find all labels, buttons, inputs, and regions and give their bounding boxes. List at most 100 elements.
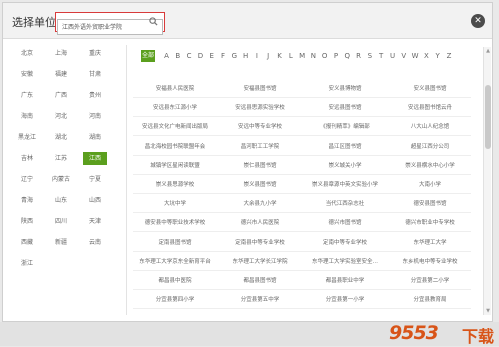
unit-item[interactable]: 安远县图书馆云舟 bbox=[386, 102, 474, 114]
province-item[interactable]: 吉林 bbox=[15, 152, 39, 165]
letter-filter-c[interactable]: C bbox=[185, 50, 194, 62]
scrollbar[interactable]: ▲ ▼ bbox=[483, 47, 491, 315]
letter-filter-k[interactable]: K bbox=[275, 50, 284, 62]
letter-filter-t[interactable]: T bbox=[377, 50, 386, 62]
letter-filter-w[interactable]: W bbox=[411, 50, 420, 62]
letter-filter-i[interactable]: I bbox=[252, 50, 261, 62]
province-item[interactable]: 浙江 bbox=[15, 257, 39, 270]
unit-item[interactable]: 安远县图书馆 bbox=[301, 102, 389, 114]
province-item[interactable]: 湖北 bbox=[49, 131, 73, 144]
province-item[interactable]: 北京 bbox=[15, 47, 39, 60]
unit-item[interactable]: 东华理工大学实验室安全… bbox=[301, 256, 389, 268]
province-item[interactable]: 河南 bbox=[83, 110, 107, 123]
letter-filter-l[interactable]: L bbox=[286, 50, 295, 62]
letter-filter-n[interactable]: N bbox=[309, 50, 318, 62]
letter-filter-f[interactable]: F bbox=[219, 50, 228, 62]
unit-item[interactable]: 大南小学 bbox=[386, 179, 474, 191]
unit-item[interactable]: 分宜县第一小学 bbox=[301, 294, 389, 306]
letter-filter-v[interactable]: V bbox=[399, 50, 408, 62]
unit-item[interactable]: 安义县博物馆 bbox=[301, 83, 389, 95]
unit-item[interactable]: 定南中等专业学校 bbox=[301, 237, 389, 249]
unit-item[interactable]: 分宜县教育局 bbox=[386, 294, 474, 306]
letter-filter-s[interactable]: S bbox=[365, 50, 374, 62]
unit-item[interactable]: 城镇学区星闲读联盟 bbox=[131, 160, 219, 172]
province-item[interactable]: 天津 bbox=[83, 215, 107, 228]
unit-item[interactable]: 八大山人纪念馆 bbox=[386, 121, 474, 133]
unit-item[interactable]: 安福县人民医院 bbox=[131, 83, 219, 95]
province-item[interactable]: 新疆 bbox=[49, 236, 73, 249]
letter-filter-r[interactable]: R bbox=[354, 50, 363, 62]
close-button[interactable]: ✕ bbox=[471, 14, 485, 28]
letter-filter-y[interactable]: Y bbox=[433, 50, 442, 62]
letter-filter-g[interactable]: G bbox=[230, 50, 239, 62]
province-item[interactable]: 海南 bbox=[15, 110, 39, 123]
letter-filter-x[interactable]: X bbox=[422, 50, 431, 62]
unit-item[interactable]: 东华理工大学长江学院 bbox=[216, 256, 304, 268]
unit-item[interactable]: 定南县图书馆 bbox=[131, 237, 219, 249]
unit-item[interactable]: 安远县东江源小学 bbox=[131, 102, 219, 114]
unit-item[interactable]: 安义县图书馆 bbox=[386, 83, 474, 95]
province-item[interactable]: 重庆 bbox=[83, 47, 107, 60]
scroll-up-icon[interactable]: ▲ bbox=[484, 47, 492, 55]
province-item[interactable]: 西藏 bbox=[15, 236, 39, 249]
unit-item[interactable]: 东华理工大学京东全新育平台 bbox=[131, 256, 219, 268]
unit-item[interactable]: 定南县中等专业学校 bbox=[216, 237, 304, 249]
unit-item[interactable]: 德兴市职业中专学校 bbox=[386, 217, 474, 229]
unit-item[interactable]: 东华理工大学 bbox=[386, 237, 474, 249]
unit-item[interactable]: 崇义县思源学校 bbox=[131, 179, 219, 191]
unit-item[interactable]: 德兴市人民医院 bbox=[216, 217, 304, 229]
province-item[interactable]: 内蒙古 bbox=[49, 173, 73, 186]
province-item[interactable]: 上海 bbox=[49, 47, 73, 60]
filter-all-button[interactable]: 全部 bbox=[141, 50, 155, 62]
province-item[interactable]: 辽宁 bbox=[15, 173, 39, 186]
unit-item[interactable]: 德兴市图书馆 bbox=[301, 217, 389, 229]
unit-item[interactable]: 大坑中学 bbox=[131, 198, 219, 210]
province-item[interactable]: 四川 bbox=[49, 215, 73, 228]
unit-item[interactable]: 安福县图书馆 bbox=[216, 83, 304, 95]
letter-filter-b[interactable]: B bbox=[173, 50, 182, 62]
unit-item[interactable]: 都昌县图书馆 bbox=[216, 275, 304, 287]
province-item[interactable]: 安徽 bbox=[15, 68, 39, 81]
unit-item[interactable]: 分宜县第四小学 bbox=[131, 294, 219, 306]
letter-filter-p[interactable]: P bbox=[332, 50, 341, 62]
province-item[interactable]: 山西 bbox=[83, 194, 107, 207]
unit-item[interactable]: 当代江西杂志社 bbox=[301, 198, 389, 210]
province-item[interactable]: 甘肃 bbox=[83, 68, 107, 81]
province-item[interactable]: 云南 bbox=[83, 236, 107, 249]
unit-item[interactable]: 崇义县横水中心小学 bbox=[386, 160, 474, 172]
letter-filter-o[interactable]: O bbox=[320, 50, 329, 62]
province-item[interactable]: 江苏 bbox=[49, 152, 73, 165]
letter-filter-q[interactable]: Q bbox=[343, 50, 352, 62]
unit-item[interactable]: 德安县图书馆 bbox=[386, 198, 474, 210]
unit-item[interactable]: 分宜县第五中学 bbox=[216, 294, 304, 306]
letter-filter-e[interactable]: E bbox=[207, 50, 216, 62]
unit-item[interactable]: 安远县文化广电新闻出版局 bbox=[131, 121, 219, 133]
province-item[interactable]: 宁夏 bbox=[83, 173, 107, 186]
province-item[interactable]: 山东 bbox=[49, 194, 73, 207]
unit-item[interactable]: 崇义县章源中英文实验小学 bbox=[301, 179, 389, 191]
letter-filter-m[interactable]: M bbox=[298, 50, 307, 62]
province-item[interactable]: 江西 bbox=[83, 152, 107, 165]
unit-item[interactable]: 崇仁县图书馆 bbox=[216, 160, 304, 172]
unit-item[interactable]: 崇义城关小学 bbox=[301, 160, 389, 172]
scroll-down-icon[interactable]: ▼ bbox=[484, 307, 492, 315]
province-item[interactable]: 广东 bbox=[15, 89, 39, 102]
province-item[interactable]: 广西 bbox=[49, 89, 73, 102]
province-item[interactable]: 福建 bbox=[49, 68, 73, 81]
unit-item[interactable]: 昌河职工工学院 bbox=[216, 141, 304, 153]
unit-item[interactable]: 分宜县第二小学 bbox=[386, 275, 474, 287]
province-item[interactable]: 贵州 bbox=[83, 89, 107, 102]
province-item[interactable]: 陕西 bbox=[15, 215, 39, 228]
letter-filter-a[interactable]: A bbox=[162, 50, 171, 62]
unit-item[interactable]: 昌北海校园书院联盟年会 bbox=[131, 141, 219, 153]
province-item[interactable]: 湖南 bbox=[83, 131, 107, 144]
unit-item[interactable]: 超星江西分公司 bbox=[386, 141, 474, 153]
search-icon[interactable] bbox=[149, 17, 158, 26]
letter-filter-u[interactable]: U bbox=[388, 50, 397, 62]
search-input[interactable] bbox=[57, 18, 163, 35]
letter-filter-d[interactable]: D bbox=[196, 50, 205, 62]
province-item[interactable]: 黑龙江 bbox=[15, 131, 39, 144]
unit-item[interactable]: 崇义县图书馆 bbox=[216, 179, 304, 191]
unit-item[interactable]: 《报刊精萃》编辑部 bbox=[301, 121, 389, 133]
scrollbar-thumb[interactable] bbox=[485, 85, 491, 149]
